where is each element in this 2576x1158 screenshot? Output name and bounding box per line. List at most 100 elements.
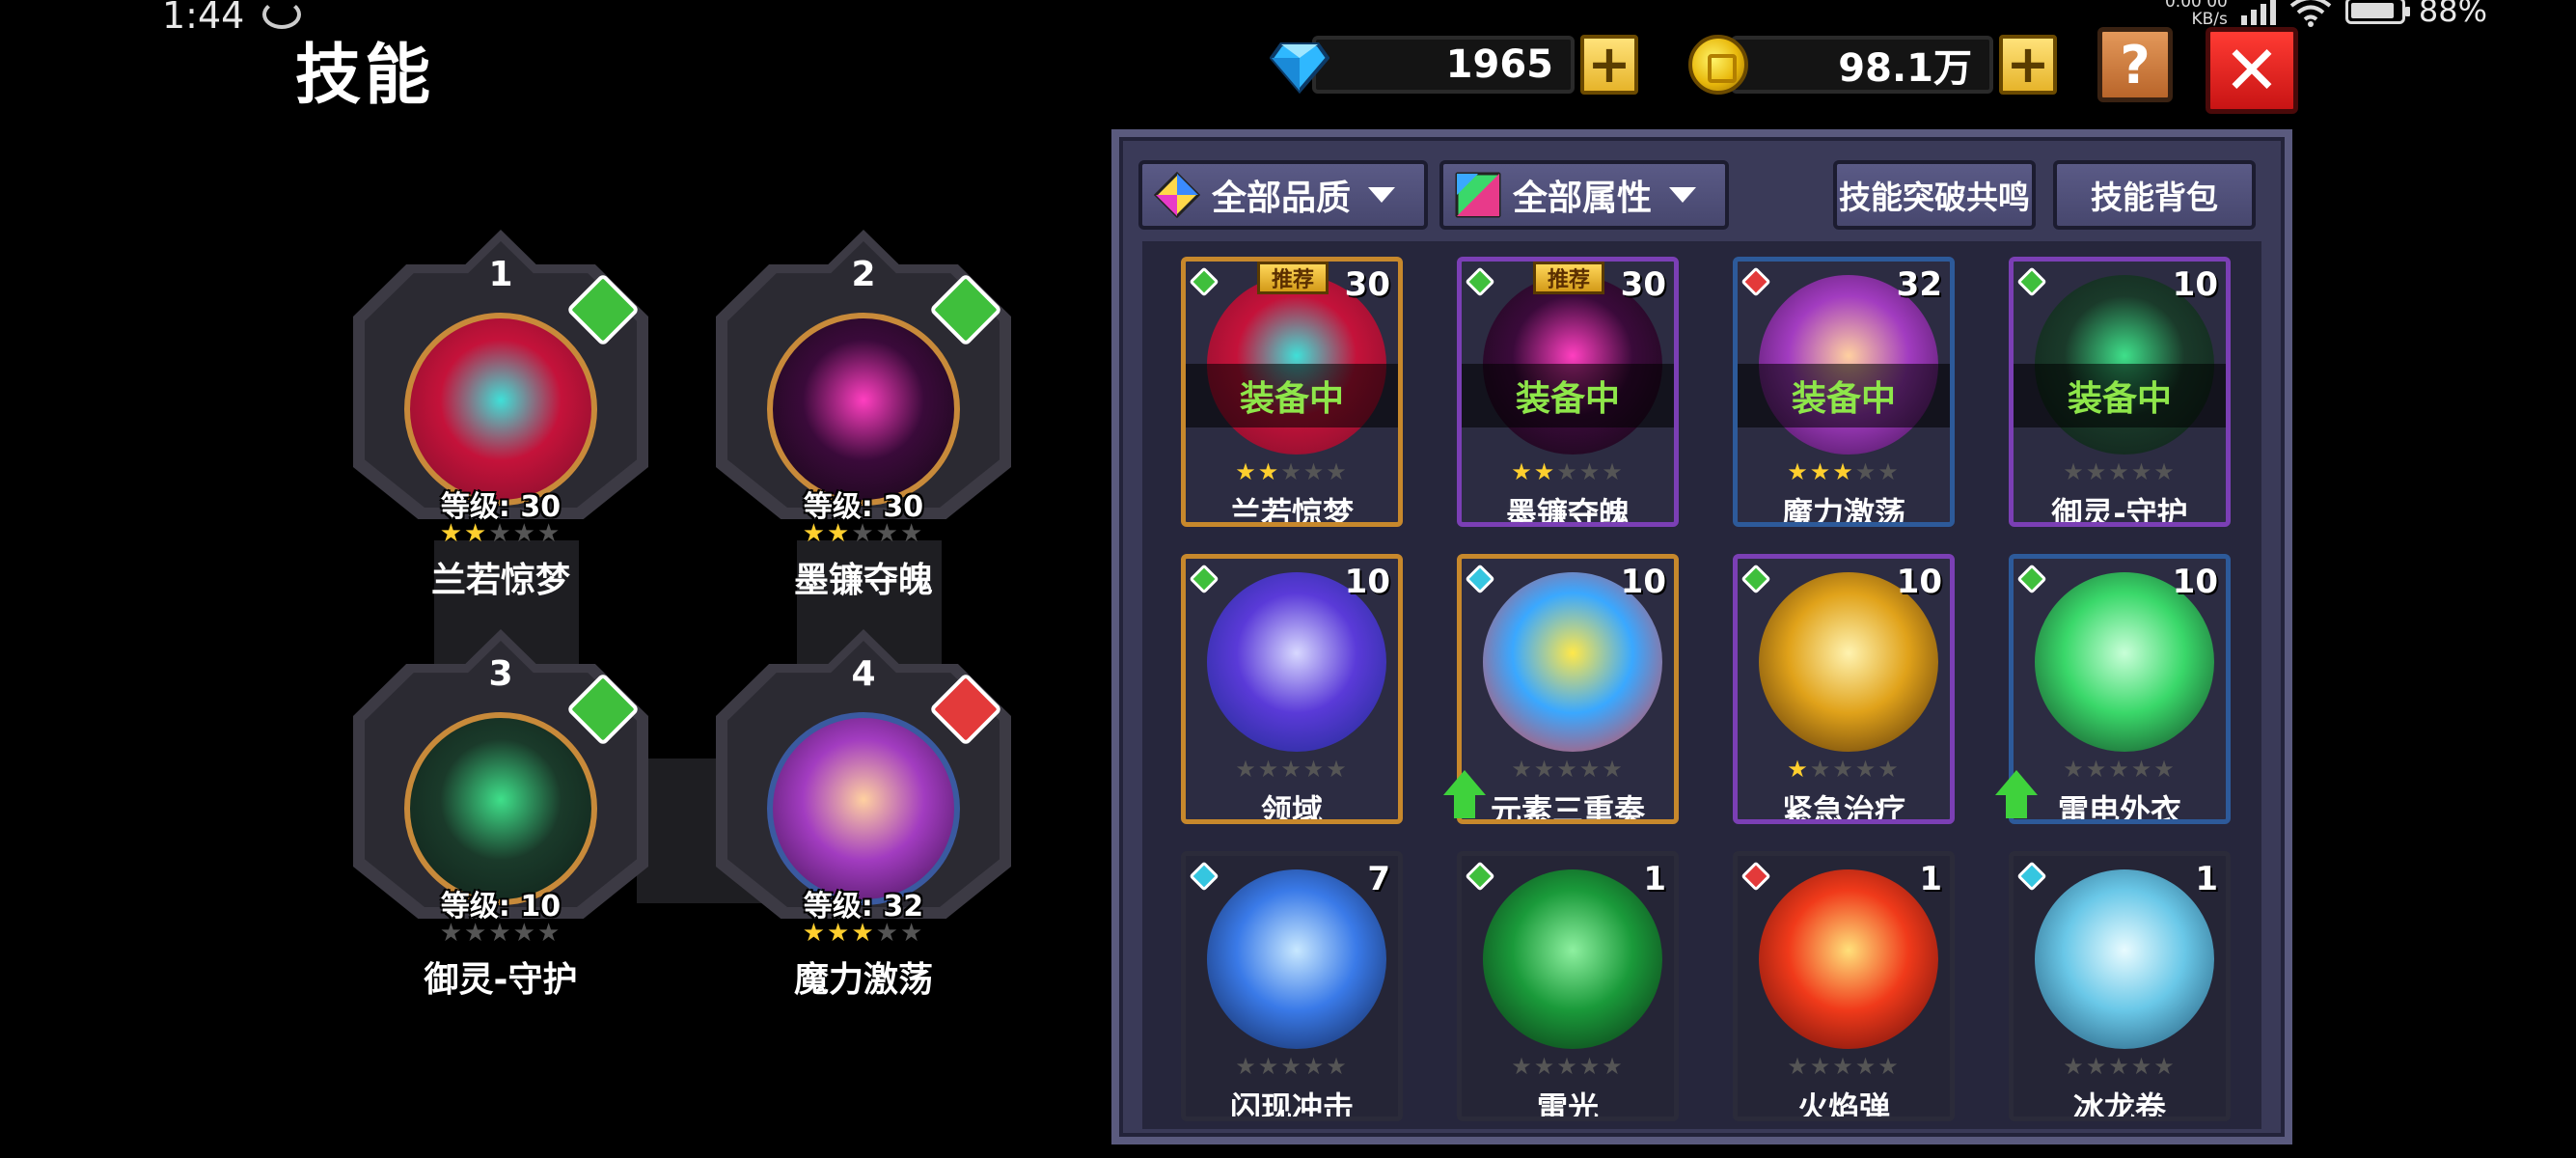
star-empty-icon: ★ — [1511, 756, 1534, 783]
slot-star-rating: ★★★★★ — [343, 919, 658, 948]
attribute-filter-label: 全部属性 — [1513, 179, 1653, 218]
skill-card[interactable]: 1 ★★★★★ 冰龙卷 — [2009, 851, 2231, 1121]
water-element-icon — [1465, 564, 1495, 594]
wifi-icon — [2289, 0, 2332, 27]
skill-card[interactable]: 10 ★★★★★ 雷电外衣 — [2009, 554, 2231, 824]
add-gold-button[interactable]: + — [1999, 35, 2057, 95]
skill-orb-icon — [767, 313, 960, 506]
slot-skill-name: 墨镰夺魄 — [793, 561, 933, 600]
star-empty-icon: ★ — [1877, 756, 1901, 783]
star-empty-icon: ★ — [1578, 756, 1603, 783]
equipped-overlay: 装备中 — [2014, 364, 2226, 427]
skill-card[interactable]: 30 推荐 装备中 ★★★★★ 兰若惊梦 — [1181, 257, 1403, 527]
skill-card[interactable]: 10 装备中 ★★★★★ 御灵-守护 — [2009, 257, 2231, 527]
star-filled-icon: ★ — [1511, 458, 1534, 485]
fire-element-icon — [1740, 861, 1771, 892]
skill-orb-icon — [1759, 869, 1938, 1049]
attribute-filter-dropdown[interactable]: 全部属性 — [1439, 160, 1729, 230]
equipped-overlay: 装备中 — [1738, 364, 1950, 427]
chevron-down-icon — [1669, 187, 1697, 203]
equipped-slot-3[interactable]: 3 等级: 10 ★★★★★ 御灵-守护 — [343, 629, 658, 1000]
star-empty-icon: ★ — [1280, 1053, 1303, 1080]
wind-element-icon — [1465, 861, 1495, 892]
star-empty-icon: ★ — [1511, 1053, 1534, 1080]
star-empty-icon: ★ — [1809, 1053, 1833, 1080]
star-filled-icon: ★ — [1787, 458, 1810, 485]
skill-name: 冰龙卷 — [2072, 1089, 2166, 1121]
battery-fill — [2350, 3, 2394, 18]
skill-card[interactable]: 10 ★★★★★ 紧急治疗 — [1733, 554, 1955, 824]
diamond-gem-icon — [1270, 42, 1329, 95]
star-empty-icon: ★ — [1602, 458, 1625, 485]
skill-level: 10 — [1344, 563, 1390, 601]
equipped-slot-1[interactable]: 1 等级: 30 ★★★★★ 兰若惊梦 — [343, 230, 658, 600]
star-empty-icon: ★ — [1257, 1053, 1281, 1080]
star-empty-icon: ★ — [2063, 1053, 2086, 1080]
skill-star-rating: ★★★★★ — [1738, 756, 1950, 783]
star-empty-icon: ★ — [1556, 458, 1579, 485]
star-empty-icon: ★ — [1602, 756, 1625, 783]
star-empty-icon: ★ — [899, 519, 925, 548]
star-empty-icon: ★ — [2153, 756, 2177, 783]
skill-card[interactable]: 1 ★★★★★ 火焰弹 — [1733, 851, 1955, 1121]
skill-name: 领域 — [1260, 792, 1323, 824]
star-empty-icon: ★ — [1832, 1053, 1855, 1080]
skill-name: 御灵-守护 — [2051, 495, 2188, 527]
help-button[interactable]: ? — [2097, 27, 2173, 102]
skill-breakthrough-button[interactable]: 技能突破共鸣 — [1833, 160, 2036, 230]
wind-element-icon — [1189, 564, 1219, 594]
water-element-icon — [2016, 861, 2047, 892]
slot-skill-name: 兰若惊梦 — [430, 561, 570, 600]
star-empty-icon: ★ — [512, 519, 537, 548]
star-empty-icon: ★ — [2130, 756, 2154, 783]
star-empty-icon: ★ — [1809, 756, 1833, 783]
equipped-slot-4[interactable]: 4 等级: 32 ★★★★★ 魔力激荡 — [706, 629, 1021, 1000]
skill-card[interactable]: 30 推荐 装备中 ★★★★★ 墨镰夺魄 — [1457, 257, 1679, 527]
skill-card[interactable]: 32 装备中 ★★★★★ 魔力激荡 — [1733, 257, 1955, 527]
star-filled-icon: ★ — [1533, 458, 1557, 485]
skill-level: 10 — [1620, 563, 1666, 601]
gold-count: 98.1万 — [1731, 36, 1993, 94]
star-empty-icon: ★ — [2130, 458, 2154, 485]
skill-name: 雷光 — [1536, 1089, 1599, 1121]
close-button[interactable]: ✕ — [2206, 27, 2298, 114]
star-empty-icon: ★ — [1578, 458, 1603, 485]
star-empty-icon: ★ — [512, 919, 537, 948]
recommended-badge: 推荐 — [1533, 262, 1604, 294]
water-element-icon — [1189, 861, 1219, 892]
skill-level: 1 — [2195, 860, 2218, 898]
star-empty-icon: ★ — [2130, 1053, 2154, 1080]
skill-card[interactable]: 10 ★★★★★ 元素三重奏 — [1457, 554, 1679, 824]
quality-filter-label: 全部品质 — [1212, 179, 1352, 218]
star-empty-icon: ★ — [2153, 458, 2177, 485]
skill-bag-button[interactable]: 技能背包 — [2053, 160, 2256, 230]
add-gems-button[interactable]: + — [1580, 35, 1638, 95]
upgrade-arrow-icon — [1995, 770, 2038, 822]
equipped-slot-2[interactable]: 2 等级: 30 ★★★★★ 墨镰夺魄 — [706, 230, 1021, 600]
star-empty-icon: ★ — [1257, 756, 1281, 783]
star-empty-icon: ★ — [2153, 1053, 2177, 1080]
skill-card[interactable]: 1 ★★★★★ 雷光 — [1457, 851, 1679, 1121]
skill-star-rating: ★★★★★ — [1738, 1053, 1950, 1080]
skill-star-rating: ★★★★★ — [1462, 458, 1674, 485]
skill-star-rating: ★★★★★ — [2014, 1053, 2226, 1080]
star-empty-icon: ★ — [1602, 1053, 1625, 1080]
slot-star-rating: ★★★★★ — [343, 519, 658, 548]
slot-star-rating: ★★★★★ — [706, 519, 1021, 548]
star-filled-icon: ★ — [1235, 458, 1258, 485]
star-filled-icon: ★ — [439, 519, 465, 548]
star-empty-icon: ★ — [851, 519, 876, 548]
skill-card[interactable]: 10 ★★★★★ 领域 — [1181, 554, 1403, 824]
star-empty-icon: ★ — [488, 919, 513, 948]
star-empty-icon: ★ — [2085, 458, 2109, 485]
quality-filter-dropdown[interactable]: 全部品质 — [1138, 160, 1428, 230]
star-empty-icon: ★ — [536, 919, 562, 948]
recommended-badge: 推荐 — [1257, 262, 1329, 294]
star-filled-icon: ★ — [1832, 458, 1855, 485]
wind-element-icon — [2016, 564, 2047, 594]
skill-level: 30 — [1620, 265, 1666, 304]
skill-star-rating: ★★★★★ — [1186, 1053, 1398, 1080]
skill-card[interactable]: 7 ★★★★★ 闪现冲击 — [1181, 851, 1403, 1121]
skill-level: 10 — [2172, 265, 2218, 304]
star-empty-icon: ★ — [2085, 1053, 2109, 1080]
